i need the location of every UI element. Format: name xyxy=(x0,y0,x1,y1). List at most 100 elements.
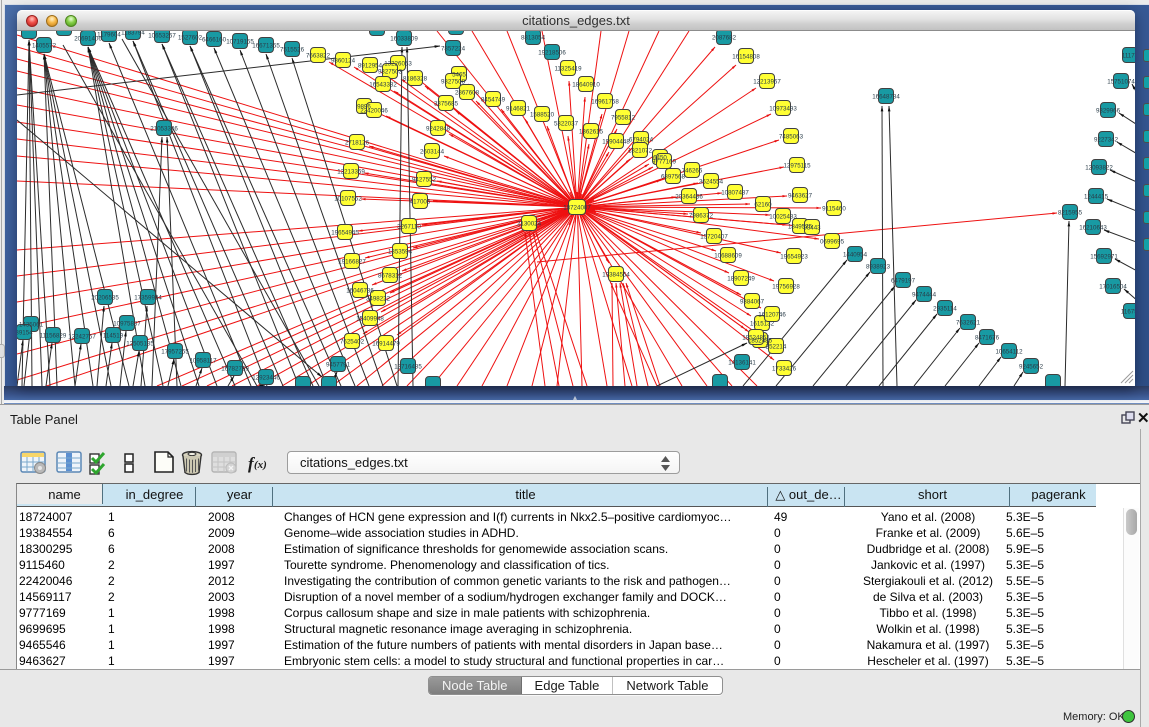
svg-text:19384554: 19384554 xyxy=(602,272,630,279)
svg-text:7857224: 7857224 xyxy=(441,46,466,53)
svg-text:19904448: 19904448 xyxy=(602,139,630,146)
svg-text:20364436: 20364436 xyxy=(675,194,703,201)
svg-text:14136141: 14136141 xyxy=(728,360,756,367)
svg-text:15409948: 15409948 xyxy=(356,316,384,323)
svg-text:9327503: 9327503 xyxy=(378,69,403,76)
svg-text:62160: 62160 xyxy=(754,202,772,209)
svg-text:8678312: 8678312 xyxy=(378,273,403,280)
svg-text:6794024: 6794024 xyxy=(629,137,654,144)
svg-text:39154: 39154 xyxy=(17,330,33,337)
svg-text:9115460: 9115460 xyxy=(822,206,846,213)
svg-text:9860124: 9860124 xyxy=(331,58,356,65)
svg-text:18907249: 18907249 xyxy=(727,276,755,283)
svg-text:9777169: 9777169 xyxy=(652,159,677,166)
svg-text:2718126: 2718126 xyxy=(345,140,370,147)
svg-text:10975887: 10975887 xyxy=(113,321,141,328)
svg-text:8938923: 8938923 xyxy=(866,264,891,271)
svg-text:9227342: 9227342 xyxy=(1094,137,1119,144)
svg-text:2867608: 2867608 xyxy=(455,90,480,97)
svg-text:(x): (x) xyxy=(254,459,267,471)
svg-text:1615132: 1615132 xyxy=(750,321,775,328)
svg-text:9384067: 9384067 xyxy=(740,299,765,306)
svg-text:3267110: 3267110 xyxy=(397,224,421,231)
svg-text:10107552: 10107552 xyxy=(334,196,362,203)
svg-text:13716485: 13716485 xyxy=(394,364,422,371)
svg-text:1733426: 1733426 xyxy=(772,366,797,373)
svg-text:12505135: 12505135 xyxy=(126,341,154,348)
svg-text:12213369: 12213369 xyxy=(337,169,365,176)
svg-text:116753: 116753 xyxy=(1121,309,1135,316)
svg-text:252214: 252214 xyxy=(766,344,787,351)
svg-text:10973493: 10973493 xyxy=(769,106,797,113)
svg-text:417006: 417006 xyxy=(410,199,431,206)
svg-text:18640910: 18640910 xyxy=(572,82,600,89)
svg-text:10653267: 10653267 xyxy=(148,33,176,40)
svg-text:20206535: 20206535 xyxy=(91,295,119,302)
svg-text:10958117: 10958117 xyxy=(189,358,217,365)
svg-text:1435061: 1435061 xyxy=(19,322,44,329)
svg-text:15692971: 15692971 xyxy=(1090,254,1118,261)
svg-text:19166827: 19166827 xyxy=(338,259,366,266)
svg-text:16671355: 16671355 xyxy=(252,43,280,50)
svg-text:10654112: 10654112 xyxy=(995,349,1023,356)
svg-text:10719155: 10719155 xyxy=(226,39,254,46)
svg-text:7485063: 7485063 xyxy=(779,134,804,141)
svg-text:1362615: 1362615 xyxy=(579,129,604,136)
svg-text:19654923: 19654923 xyxy=(780,254,808,261)
svg-text:1353594: 1353594 xyxy=(388,249,413,256)
svg-text:9463627: 9463627 xyxy=(788,193,813,200)
svg-text:15720407: 15720407 xyxy=(700,234,728,241)
svg-text:13226053: 13226053 xyxy=(384,61,412,68)
svg-text:9474444: 9474444 xyxy=(912,292,937,299)
svg-text:7632621: 7632621 xyxy=(956,320,981,327)
svg-text:21053346: 21053346 xyxy=(150,126,178,133)
svg-text:16961758: 16961758 xyxy=(591,99,619,106)
svg-text:16782759: 16782759 xyxy=(221,366,249,373)
svg-text:17957255: 17957255 xyxy=(161,349,189,356)
svg-text:5322037: 5322037 xyxy=(554,121,579,128)
svg-text:8471676: 8471676 xyxy=(975,335,1000,342)
svg-text:10688609: 10688609 xyxy=(714,253,742,260)
svg-text:9146821: 9146821 xyxy=(506,106,531,113)
svg-text:7986372: 7986372 xyxy=(689,213,714,220)
svg-text:3498222: 3498222 xyxy=(366,296,391,303)
svg-text:8215955: 8215955 xyxy=(1058,210,1083,217)
svg-text:16648784: 16648784 xyxy=(872,94,900,101)
svg-text:6897568: 6897568 xyxy=(661,174,686,181)
svg-text:17359934: 17359934 xyxy=(134,295,162,302)
svg-text:22420046: 22420046 xyxy=(360,108,388,115)
svg-text:9457791: 9457791 xyxy=(326,362,351,369)
svg-text:12975115: 12975115 xyxy=(783,163,811,170)
svg-text:114519: 114519 xyxy=(103,333,124,340)
svg-text:7515526: 7515526 xyxy=(280,47,305,54)
svg-text:9329966: 9329966 xyxy=(1096,108,1121,115)
svg-text:12242757: 12242757 xyxy=(68,334,96,341)
svg-text:8813054: 8813054 xyxy=(521,35,546,42)
svg-text:16154808: 16154808 xyxy=(732,54,760,61)
svg-text:16543382: 16543382 xyxy=(369,82,397,89)
svg-text:12923446: 12923446 xyxy=(252,375,280,382)
svg-text:7663822: 7663822 xyxy=(306,53,331,60)
svg-text:11174: 11174 xyxy=(1122,53,1135,60)
svg-text:1588520: 1588520 xyxy=(530,112,555,119)
svg-text:8186328: 8186328 xyxy=(403,76,428,83)
svg-text:2087682: 2087682 xyxy=(712,35,737,42)
svg-text:3375685: 3375685 xyxy=(434,101,459,108)
svg-text:12213967: 12213967 xyxy=(753,79,781,86)
svg-text:1183794: 1183794 xyxy=(121,31,145,37)
svg-text:18524851: 18524851 xyxy=(742,335,770,342)
svg-text:7625402: 7625402 xyxy=(340,339,365,346)
svg-text:16120746: 16120746 xyxy=(758,312,786,319)
svg-text:1821072: 1821072 xyxy=(628,148,653,155)
svg-text:3624554: 3624554 xyxy=(699,179,724,186)
svg-text:9242848: 9242848 xyxy=(426,126,451,133)
svg-text:8454749: 8454749 xyxy=(481,97,506,104)
svg-text:1440954: 1440954 xyxy=(843,252,868,259)
svg-text:16914479: 16914479 xyxy=(372,341,400,348)
svg-text:6466160: 6466160 xyxy=(202,37,227,44)
svg-text:18724007: 18724007 xyxy=(563,205,591,212)
svg-text:10025433: 10025433 xyxy=(769,214,797,221)
svg-text:1405572: 1405572 xyxy=(32,43,57,50)
svg-text:15751074: 15751074 xyxy=(1107,79,1135,86)
svg-text:19654945: 19654945 xyxy=(331,230,359,237)
